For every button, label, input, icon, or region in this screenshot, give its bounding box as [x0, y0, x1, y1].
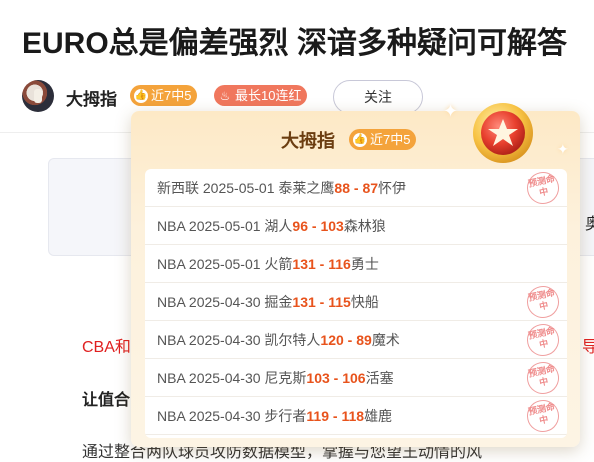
sparkle-icon: ✦ — [443, 101, 459, 121]
record-score-separator: - — [329, 370, 343, 386]
record-row[interactable]: NBA 2025-05-01 火箭131 - 116勇士 — [145, 245, 567, 283]
flame-icon: ♨ — [219, 88, 231, 103]
streak-label: 最长10连红 — [235, 88, 302, 103]
record-text: NBA 2025-04-30 步行者119 - 118雄鹿 — [157, 406, 392, 426]
record-list: 新西联 2025-05-01 泰莱之鹰88 - 87怀伊 预测命中 NBA 2025… — [145, 169, 567, 438]
record-score-separator: - — [349, 180, 363, 196]
record-league: NBA — [157, 256, 186, 272]
streak-badge: ♨ 最长10连红 — [214, 85, 308, 106]
record-away-team: 快船 — [350, 294, 379, 310]
record-date: 2025-05-01 — [202, 180, 275, 196]
popup-recent-badge: 👍 近7中5 — [349, 129, 417, 150]
record-away-team: 森林狼 — [343, 218, 386, 234]
record-date: 2025-04-30 — [188, 370, 261, 386]
popup-author-name: 大拇指 — [281, 131, 335, 151]
record-score-separator: - — [315, 294, 329, 310]
info-box-text: 奥 — [585, 216, 594, 233]
recent-record-label: 近7中5 — [151, 88, 192, 103]
article-title: EURO总是偏差强烈 深谙多种疑问可解答 — [22, 27, 568, 60]
record-away-team: 魔术 — [371, 332, 400, 348]
section-heading: 让值合 — [82, 392, 131, 409]
record-league: NBA — [157, 408, 186, 424]
record-date: 2025-04-30 — [188, 408, 261, 424]
record-text: NBA 2025-04-30 掘金131 - 115快船 — [157, 292, 379, 312]
record-away-team: 勇士 — [350, 256, 379, 272]
thumb-icon: 👍 — [353, 132, 367, 147]
record-away-team: 活塞 — [365, 370, 394, 386]
popup-header: 大拇指 👍 近7中5 — [131, 127, 580, 153]
highlight-link[interactable]: CBA和 — [82, 333, 131, 357]
record-text: NBA 2025-05-01 湖人96 - 103森林狼 — [157, 216, 386, 236]
record-home-team: 火箭 — [264, 256, 293, 272]
record-league: 新西联 — [157, 180, 199, 196]
popup-recent-label: 近7中5 — [370, 132, 411, 147]
record-home-score: 120 — [320, 332, 344, 348]
follow-button[interactable]: 关注 — [333, 80, 423, 114]
record-date: 2025-04-30 — [188, 294, 261, 310]
prediction-hit-stamp: 预测命中 — [524, 359, 562, 397]
record-score-separator: - — [343, 332, 357, 348]
record-league: NBA — [157, 332, 186, 348]
record-home-team: 掘金 — [264, 294, 293, 310]
record-text: NBA 2025-04-30 尼克斯103 - 106活塞 — [157, 368, 394, 388]
record-home-team: 步行者 — [264, 408, 307, 424]
record-away-score: 89 — [356, 332, 372, 348]
record-text: 新西联 2025-05-01 泰莱之鹰88 - 87怀伊 — [157, 178, 406, 198]
record-score-separator: - — [329, 408, 342, 424]
record-date: 2025-04-30 — [188, 332, 261, 348]
record-score-separator: - — [315, 256, 329, 272]
author-avatar[interactable] — [22, 80, 54, 112]
author-record-popup: ✦ ✦ 大拇指 👍 近7中5 新西联 2025-05-01 泰莱之鹰88 - 8… — [131, 101, 580, 447]
record-home-team: 泰莱之鹰 — [278, 180, 335, 196]
thumb-icon: 👍 — [134, 88, 148, 103]
record-home-score: 131 — [292, 256, 316, 272]
prediction-hit-stamp: 预测命中 — [524, 283, 562, 321]
record-row[interactable]: NBA 2025-04-30 尼克斯103 - 106活塞 预测命中 — [145, 359, 567, 397]
record-away-team: 怀伊 — [378, 180, 407, 196]
author-name[interactable]: 大拇指 — [66, 85, 117, 110]
record-away-score: 106 — [342, 370, 366, 386]
record-home-score: 96 — [292, 218, 308, 234]
record-league: NBA — [157, 294, 186, 310]
record-away-score: 115 — [328, 294, 351, 310]
record-away-score: 116 — [328, 256, 351, 272]
prediction-hit-stamp: 预测命中 — [524, 321, 562, 359]
record-text: NBA 2025-05-01 火箭131 - 116勇士 — [157, 254, 379, 274]
record-home-team: 尼克斯 — [264, 370, 307, 386]
record-home-score: 119 — [306, 408, 330, 424]
record-home-score: 103 — [306, 370, 330, 386]
record-away-team: 雄鹿 — [364, 408, 393, 424]
record-score-separator: - — [308, 218, 321, 234]
record-league: NBA — [157, 218, 186, 234]
record-text: NBA 2025-04-30 凯尔特人120 - 89魔术 — [157, 330, 400, 350]
record-row[interactable]: NBA 2025-04-30 步行者119 - 118雄鹿 预测命中 — [145, 397, 567, 435]
highlight-link-right[interactable]: 导 — [582, 333, 594, 357]
record-away-score: 103 — [320, 218, 344, 234]
record-home-team: 湖人 — [264, 218, 293, 234]
record-row[interactable]: NBA 2025-05-01 湖人96 - 103森林狼 — [145, 207, 567, 245]
record-away-score: 118 — [341, 408, 365, 424]
record-row[interactable]: 新西联 2025-05-01 泰莱之鹰88 - 87怀伊 预测命中 — [145, 169, 567, 207]
recent-record-badge: 👍 近7中5 — [130, 85, 198, 106]
record-home-score: 88 — [334, 180, 350, 196]
record-home-score: 131 — [292, 294, 316, 310]
record-home-team: 凯尔特人 — [264, 332, 321, 348]
record-row[interactable]: NBA 2025-04-30 凯尔特人120 - 89魔术 预测命中 — [145, 321, 567, 359]
record-date: 2025-05-01 — [188, 218, 261, 234]
record-date: 2025-05-01 — [188, 256, 261, 272]
record-league: NBA — [157, 370, 186, 386]
record-row[interactable]: NBA 2025-04-30 掘金131 - 115快船 预测命中 — [145, 283, 567, 321]
prediction-hit-stamp: 预测命中 — [524, 169, 562, 207]
prediction-hit-stamp: 预测命中 — [524, 397, 562, 435]
record-away-score: 87 — [362, 180, 379, 196]
